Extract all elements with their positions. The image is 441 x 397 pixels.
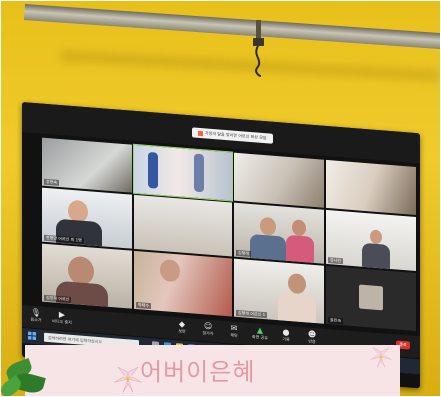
video-tile[interactable]: 김형래 어르신 1 [234,258,324,324]
video-tile[interactable]: 윤인숙 [326,265,416,332]
video-tile[interactable] [326,159,416,216]
chat-button[interactable]: ✉ 채팅 [224,323,244,340]
reactions-button[interactable]: ☻ 반응 [302,329,322,346]
video-tile[interactable]: 한형만 어르신 외 1명 [42,187,132,249]
video-tile[interactable]: 강나린 [326,209,416,272]
video-tile-active[interactable] [133,143,233,202]
video-button[interactable]: ▶ 비디오 중지 [52,309,72,326]
video-tile[interactable]: 김형래 [234,202,324,264]
share-screen-button[interactable]: ▲ 화면 공유 [250,325,270,342]
zoom-logo-icon [198,130,203,136]
banner-text: 어버이은혜 [140,358,256,386]
video-tile[interactable]: 박태수 [134,250,232,317]
wall-hook-icon [253,20,264,77]
meeting-title: 가정의 달을 맞이한 어르신 화상 모임 [192,127,273,144]
lily-flower-icon [114,366,142,393]
record-button[interactable]: ● 기록 [276,327,296,344]
lily-flower-icon [370,347,392,368]
photo-scene: 가정의 달을 맞이한 어르신 화상 모임 장현숙 한형만 어르신 외 1명 김형… [0,0,441,397]
video-tile[interactable] [234,152,324,208]
windows-start-icon[interactable] [28,331,36,341]
video-tile[interactable]: 장현숙 [42,137,132,193]
participants-button[interactable]: ☺ 참가자 [198,321,218,338]
security-button[interactable]: ◆ 보안 [172,319,192,336]
video-tile[interactable]: 김정희 어르신 [42,243,132,309]
video-tile[interactable] [134,194,232,257]
video-grid: 장현숙 한형만 어르신 외 1명 김형래 강나린 김정희 어르신 박태수 김형래… [42,137,420,334]
mute-button[interactable]: 🎙 음소거 [26,307,46,324]
